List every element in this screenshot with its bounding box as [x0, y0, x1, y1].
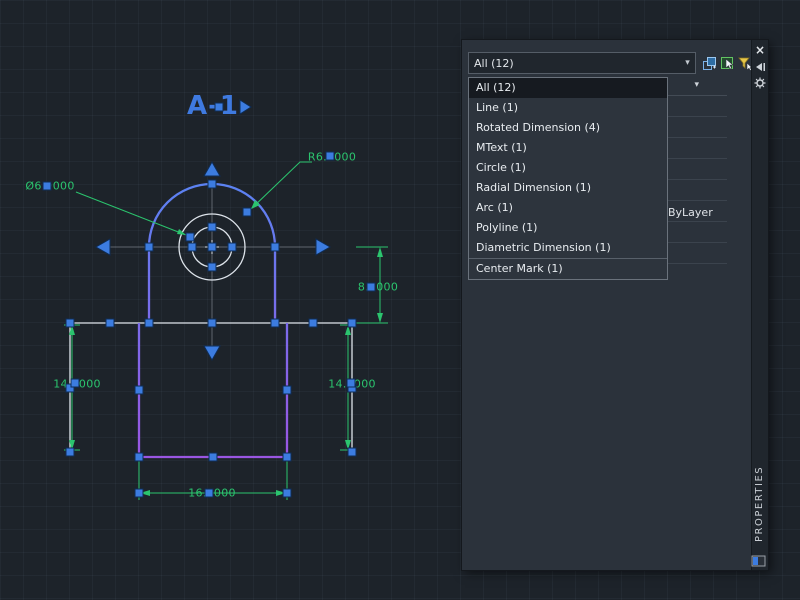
white-geometry-lines[interactable] — [69, 213, 353, 452]
dimension-label-diameter[interactable]: Ø6.0000 — [25, 180, 74, 193]
dropdown-item-diametric-dimension[interactable]: Diametric Dimension (1) — [469, 238, 667, 258]
select-objects-button[interactable] — [719, 55, 735, 71]
toggle-pickadd-icon — [702, 56, 716, 70]
dropdown-item-arc[interactable]: Arc (1) — [469, 198, 667, 218]
palette-status-icon[interactable] — [751, 554, 768, 568]
object-type-combobox[interactable]: All (12) ▾ — [468, 52, 696, 74]
palette-title: PROPERTIES — [754, 465, 765, 542]
palette-content: All (12) ▾ ▾ ByLayer All (12) Line (1) R… — [462, 40, 753, 570]
palette-titlebar: × PROPERTIES — [751, 40, 768, 570]
toggle-pickadd-button[interactable] — [701, 55, 717, 71]
dimension-label-arch-height[interactable]: 8.0000 — [358, 281, 398, 294]
dropdown-item-mtext[interactable]: MText (1) — [469, 138, 667, 158]
object-type-row: All (12) ▾ — [468, 52, 753, 74]
dropdown-item-center-mark[interactable]: Center Mark (1) — [469, 258, 667, 279]
dimension-label-radius[interactable]: R6.0000 — [308, 151, 356, 164]
dropdown-item-radial-dimension[interactable]: Radial Dimension (1) — [469, 178, 667, 198]
dimension-label-bottom-width[interactable]: 16.0000 — [188, 487, 236, 500]
dropdown-item-line[interactable]: Line (1) — [469, 98, 667, 118]
autohide-icon[interactable] — [754, 62, 766, 72]
dimension-label-left-side[interactable]: 14.0000 — [53, 378, 101, 391]
mtext-title[interactable]: A-1 — [187, 91, 239, 121]
gear-icon[interactable] — [754, 77, 766, 89]
dimension-label-right-side[interactable]: 14.0000 — [328, 378, 376, 391]
center-lines — [104, 182, 322, 350]
dropdown-item-polyline[interactable]: Polyline (1) — [469, 218, 667, 238]
dimension-arrowheads — [69, 200, 383, 496]
close-icon[interactable]: × — [752, 43, 768, 57]
properties-palette: All (12) ▾ ▾ ByLayer All (12) Line (1) R… — [462, 40, 768, 570]
object-type-value: All (12) — [474, 56, 514, 70]
select-objects-icon — [720, 56, 734, 69]
dimension-lines — [64, 161, 388, 500]
object-type-dropdown-list: All (12) Line (1) Rotated Dimension (4) … — [468, 77, 668, 280]
dropdown-item-rotated-dimension[interactable]: Rotated Dimension (4) — [469, 118, 667, 138]
property-value-bylayer[interactable]: ByLayer — [668, 203, 713, 223]
palette-toolbar — [701, 55, 753, 71]
category-chevron-icon[interactable]: ▾ — [694, 80, 699, 90]
dropdown-item-circle[interactable]: Circle (1) — [469, 158, 667, 178]
dropdown-item-all[interactable]: All (12) — [469, 78, 667, 98]
chevron-down-icon[interactable]: ▾ — [680, 58, 695, 68]
